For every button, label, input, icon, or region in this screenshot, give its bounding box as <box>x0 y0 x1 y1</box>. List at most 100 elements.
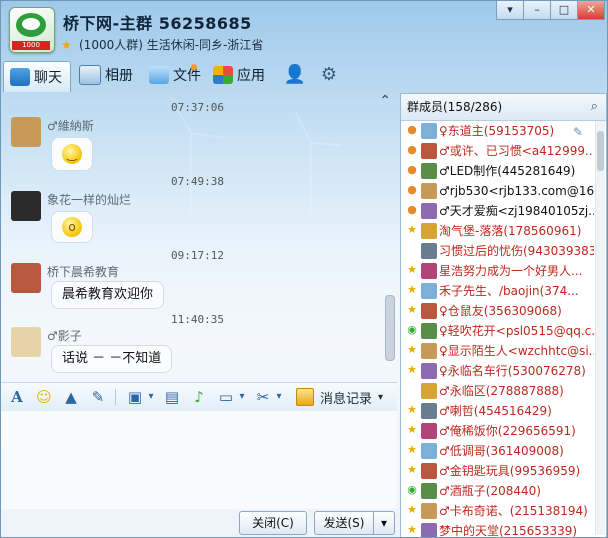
avatar[interactable] <box>421 183 437 199</box>
member-list-item[interactable]: ★ 星浩努力成为一个好男人... <box>401 261 594 281</box>
image-icon[interactable]: ▣ <box>124 386 146 408</box>
avatar[interactable] <box>421 463 437 479</box>
member-name: ♂或许、已习惯<a412999... <box>439 144 594 158</box>
member-list-item[interactable]: 习惯过后的忧伤(943039383) <box>401 241 594 261</box>
edit-icon[interactable]: ✎ <box>573 122 583 141</box>
message-history-button[interactable]: 消息记录 ▾ <box>295 388 383 407</box>
avatar[interactable] <box>421 263 437 279</box>
avatar[interactable] <box>421 123 437 139</box>
avatar[interactable] <box>421 523 437 537</box>
avatar[interactable] <box>421 423 437 439</box>
close-window-button[interactable]: ✕ <box>577 1 605 20</box>
chevron-down-icon: ▾ <box>377 391 383 403</box>
music-icon[interactable]: ♪ <box>188 386 210 408</box>
message-sender[interactable]: ♂維納斯 <box>47 117 94 134</box>
avatar[interactable] <box>421 143 437 159</box>
avatar[interactable] <box>421 203 437 219</box>
member-list-item[interactable]: ◉ ♀轻吹花开<psl0515@qq.c... <box>401 321 594 341</box>
avatar[interactable] <box>11 191 41 221</box>
chevron-down-icon[interactable]: ▾ <box>146 386 156 408</box>
member-list-item[interactable]: ◉ ♂酒瓶子(208440) <box>401 481 594 501</box>
star-icon: ★ <box>407 303 417 316</box>
chevron-down-icon[interactable]: ▾ <box>237 386 247 408</box>
member-list-item[interactable]: ★ ♀显示陌生人<wzchhtc@si... <box>401 341 594 361</box>
title-bar[interactable]: 1000 桥下网-主群 56258685 ★ (1000人群) 生活休闲-同乡-… <box>1 1 607 59</box>
avatar[interactable] <box>421 403 437 419</box>
avatar[interactable] <box>421 163 437 179</box>
tab-apps[interactable]: 应用 <box>207 61 273 89</box>
member-list-item[interactable]: ★ ♂卡布奇诺、(215138194) <box>401 501 594 521</box>
member-list-item[interactable]: ★ ♀永临名车行(530076278) <box>401 361 594 381</box>
tab-album[interactable]: 相册 <box>73 61 141 89</box>
member-list-item[interactable]: ● ♂rjb530<rjb133.com@163.... <box>401 181 594 201</box>
avatar[interactable] <box>11 263 41 293</box>
font-icon[interactable]: A <box>6 386 28 408</box>
search-icon[interactable]: ⌕ <box>591 94 598 120</box>
member-name: ♂低调哥(361409008) <box>439 444 564 458</box>
member-scrollbar-thumb[interactable] <box>597 131 604 171</box>
member-list-item[interactable]: ★ ♂金钥匙玩具(99536959) <box>401 461 594 481</box>
member-list-item[interactable]: ★ 禾子先生、/baojin(374... <box>401 281 594 301</box>
chevron-down-icon[interactable]: ▾ <box>274 386 284 408</box>
emoji-icon[interactable]: ☺ <box>33 386 55 408</box>
member-list-item[interactable]: ● ♂LED制作(445281649) <box>401 161 594 181</box>
avatar[interactable] <box>421 363 437 379</box>
avatar[interactable] <box>421 383 437 399</box>
group-logo[interactable]: 1000 <box>9 7 55 53</box>
avatar[interactable] <box>421 443 437 459</box>
send-button[interactable]: 发送(S) <box>314 511 374 535</box>
chat-scrollbar[interactable] <box>385 109 395 377</box>
message-timestamp: 09:17:12 <box>171 249 224 262</box>
member-list-item[interactable]: ● ♂或许、已习惯<a412999... <box>401 141 594 161</box>
document-icon[interactable]: ▤ <box>161 386 183 408</box>
chat-scrollbar-thumb[interactable] <box>385 295 395 361</box>
screenshot-icon[interactable]: ✂ <box>252 386 274 408</box>
avatar[interactable] <box>421 303 437 319</box>
avatar[interactable] <box>421 323 437 339</box>
member-list-item[interactable]: ★ ♂喇哲(454516429) <box>401 401 594 421</box>
menu-dropdown-button[interactable]: ▾ <box>496 1 524 20</box>
member-name: ♀东道主(59153705) <box>439 124 555 138</box>
message-input[interactable] <box>1 411 397 509</box>
star-icon: ★ <box>61 38 72 52</box>
member-list-item[interactable]: ★ ♀仓鼠友(356309068) <box>401 301 594 321</box>
tab-album-label: 相册 <box>105 68 133 84</box>
member-scrollbar[interactable] <box>595 121 605 535</box>
member-list-item[interactable]: ★ 淘气堡-落落(178560961) <box>401 221 594 241</box>
avatar[interactable] <box>421 223 437 239</box>
avatar[interactable] <box>421 283 437 299</box>
member-name: ♂永临区(278887888) <box>439 384 564 398</box>
avatar[interactable] <box>11 327 41 357</box>
avatar[interactable] <box>421 503 437 519</box>
avatar[interactable] <box>421 243 437 259</box>
send-options-button[interactable]: ▾ <box>373 511 395 535</box>
message-sender[interactable]: ♂影子 <box>47 327 82 344</box>
tab-files[interactable]: 文件 <box>143 61 205 89</box>
avatar[interactable] <box>421 343 437 359</box>
close-button[interactable]: 关闭(C) <box>239 511 307 535</box>
settings-gear-icon[interactable]: ⚙ <box>317 64 341 86</box>
member-name: ♂酒瓶子(208440) <box>439 484 541 498</box>
member-list-item[interactable]: ★ ♂低调哥(361409008) <box>401 441 594 461</box>
member-list-item[interactable]: ● ♀东道主(59153705) ✎ <box>401 121 594 141</box>
shake-icon[interactable]: ▲ <box>60 386 82 408</box>
tab-chat[interactable]: 聊天 <box>3 60 71 92</box>
screen-share-icon[interactable]: ▭ <box>215 386 237 408</box>
handwrite-icon[interactable]: ✎ <box>87 386 109 408</box>
avatar[interactable] <box>11 117 41 147</box>
member-list-item[interactable]: ★ ♂俺稀饭你(229656591) <box>401 421 594 441</box>
message-timestamp: 11:40:35 <box>171 313 224 326</box>
star-icon: ★ <box>407 283 417 296</box>
member-name: ♂LED制作(445281649) <box>439 164 576 178</box>
maximize-button[interactable]: □ <box>550 1 578 20</box>
message-sender[interactable]: 象花一样的灿烂 <box>47 191 131 208</box>
minimize-button[interactable]: – <box>523 1 551 20</box>
avatar[interactable] <box>421 483 437 499</box>
member-list-item[interactable]: ♂永临区(278887888) <box>401 381 594 401</box>
add-member-icon[interactable]: 👤 <box>283 64 307 86</box>
member-list-item[interactable]: ● ♂天才爱痴<zj19840105zj... <box>401 201 594 221</box>
collapse-chevron-icon[interactable]: ⌃ <box>379 93 391 109</box>
member-panel-header: 群成员(158/286) ⌕ <box>401 94 606 121</box>
member-list-item[interactable]: ★ 梦中的天堂(215653339) <box>401 521 594 537</box>
message-sender[interactable]: 桥下晨希教育 <box>47 263 119 280</box>
